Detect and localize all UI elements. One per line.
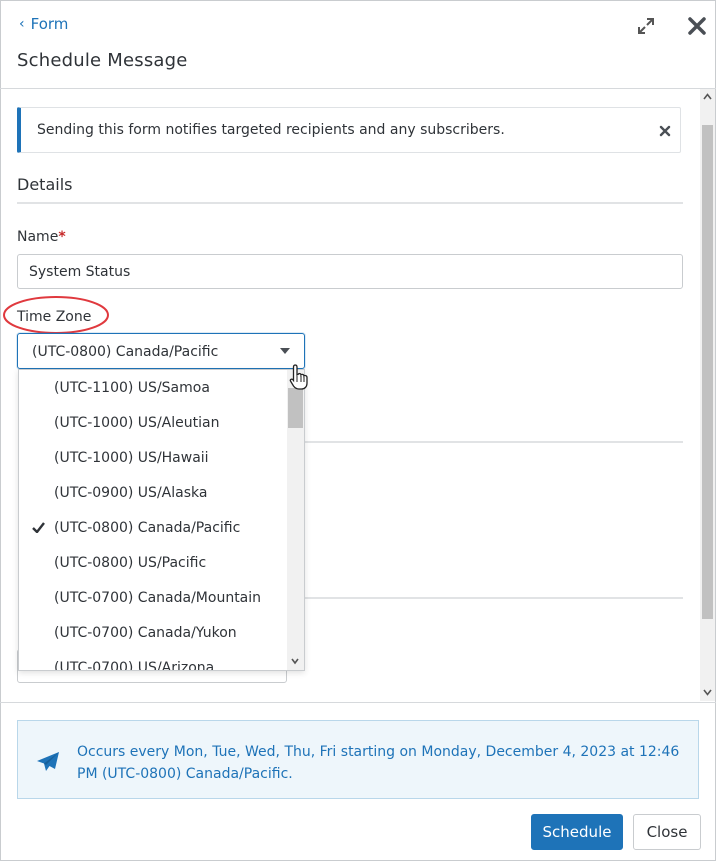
summary-text: Occurs every Mon, Tue, Wed, Thu, Fri sta… [77,744,680,782]
close-button[interactable]: Close [633,814,701,850]
option-label: (UTC-1000) US/Aleutian [54,415,220,431]
details-section-title: Details [17,175,73,194]
timezone-option[interactable]: (UTC-1000) US/Aleutian [19,406,287,441]
caret-down-icon [280,348,290,354]
info-notice: Sending this form notifies targeted reci… [17,107,681,153]
timezone-option[interactable]: (UTC-0700) US/Arizona [19,651,287,671]
name-label: Name* [17,229,66,245]
chevron-down-icon[interactable] [291,657,299,665]
timezone-option[interactable]: (UTC-0800) US/Pacific [19,546,287,581]
option-label: (UTC-0800) Canada/Pacific [54,520,241,536]
option-label: (UTC-1000) US/Hawaii [54,450,209,466]
timezone-select[interactable]: (UTC-0800) Canada/Pacific [17,333,305,369]
option-label: (UTC-0800) US/Pacific [54,555,207,571]
chevron-up-icon[interactable] [703,93,712,100]
chevron-left-icon: ‹ [19,16,25,32]
timezone-option[interactable]: (UTC-1000) US/Hawaii [19,441,287,476]
option-label: (UTC-1100) US/Samoa [54,380,210,396]
timezone-option[interactable]: (UTC-0700) Canada/Yukon [19,616,287,651]
schedule-button[interactable]: Schedule [531,814,623,850]
schedule-summary: Occurs every Mon, Tue, Wed, Thu, Fri sta… [17,720,699,799]
dropdown-scrollbar[interactable] [287,370,304,670]
checkmark-icon [32,522,45,533]
expand-icon[interactable] [636,16,656,36]
form-body: Sending this form notifies targeted reci… [0,89,700,701]
option-label: (UTC-0700) Canada/Mountain [54,590,262,606]
back-link[interactable]: ‹ Form [19,15,68,33]
notice-text: Sending this form notifies targeted reci… [37,122,505,138]
chevron-down-icon[interactable] [703,689,712,696]
timezone-option[interactable]: (UTC-0700) Canada/Mountain [19,581,287,616]
dropdown-scrollbar-thumb[interactable] [288,388,303,428]
page-scrollbar-thumb[interactable] [702,125,713,619]
name-label-text: Name [17,229,59,245]
footer-divider [0,702,716,703]
page-scrollbar[interactable] [700,89,715,701]
timezone-option[interactable]: (UTC-1100) US/Samoa [19,371,287,406]
timezone-option[interactable]: (UTC-0900) US/Alaska [19,476,287,511]
page-title: Schedule Message [17,50,188,71]
timezone-option-selected[interactable]: (UTC-0800) Canada/Pacific [19,511,287,546]
section-divider [300,597,683,599]
timezone-selected-value: (UTC-0800) Canada/Pacific [32,344,219,360]
hand-cursor-icon [289,364,308,390]
required-mark: * [58,229,66,245]
back-link-label: Form [30,15,69,33]
section-divider [300,441,683,443]
option-label: (UTC-0700) Canada/Yukon [54,625,237,641]
name-input[interactable] [17,254,683,289]
option-label: (UTC-0900) US/Alaska [54,485,208,501]
notice-close-icon[interactable] [659,125,671,137]
highlight-annotation [3,296,109,334]
close-icon[interactable] [686,15,708,37]
section-divider [17,202,683,204]
option-label: (UTC-0700) US/Arizona [54,660,215,671]
timezone-dropdown[interactable]: (UTC-1100) US/Samoa (UTC-1000) US/Aleuti… [18,369,305,671]
paper-plane-icon [37,752,59,771]
